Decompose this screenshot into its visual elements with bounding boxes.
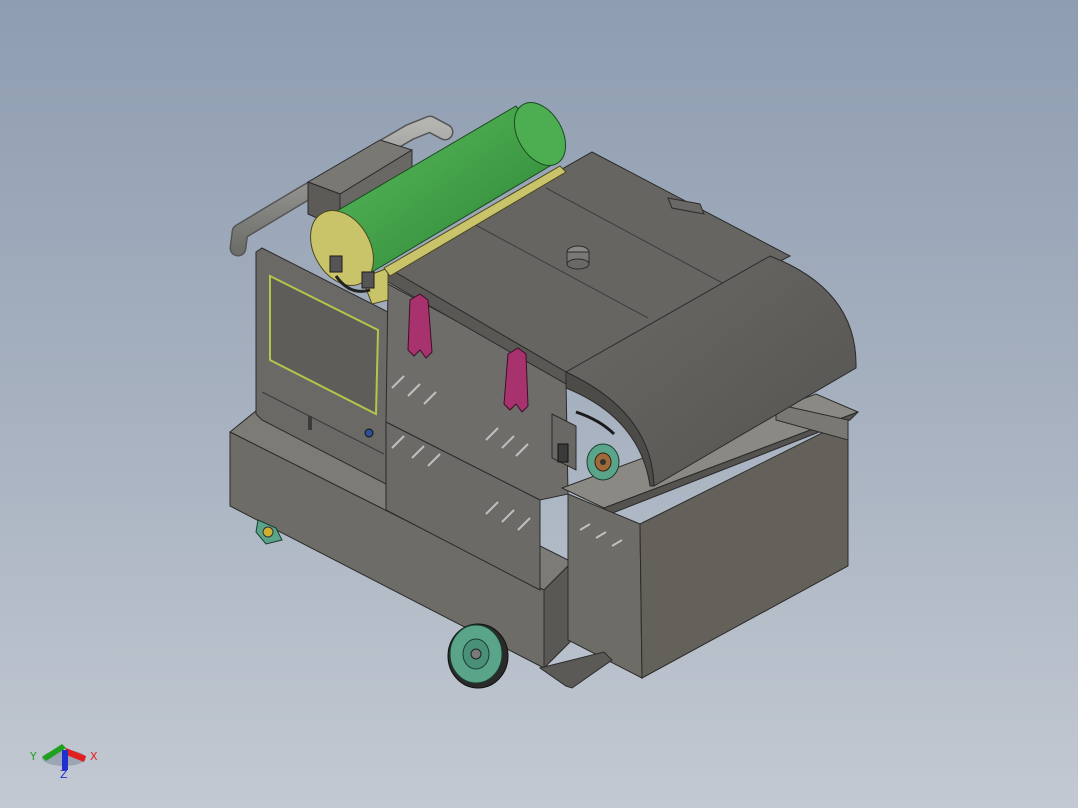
- triad-z-axis: [62, 750, 68, 770]
- view-triad[interactable]: [42, 744, 86, 770]
- bearing-flange: [586, 443, 620, 481]
- cad-viewport[interactable]: Y X Z: [0, 0, 1078, 808]
- indicator-light-icon: [364, 428, 374, 438]
- hood-handle[interactable]: [575, 410, 616, 436]
- front-wheel: [447, 623, 509, 689]
- triad-z-label: Z: [60, 768, 68, 781]
- triad-x-label: X: [90, 750, 98, 763]
- triad-y-label: Y: [30, 750, 37, 763]
- switch-lever: [308, 416, 312, 430]
- cad-model[interactable]: [0, 0, 1078, 808]
